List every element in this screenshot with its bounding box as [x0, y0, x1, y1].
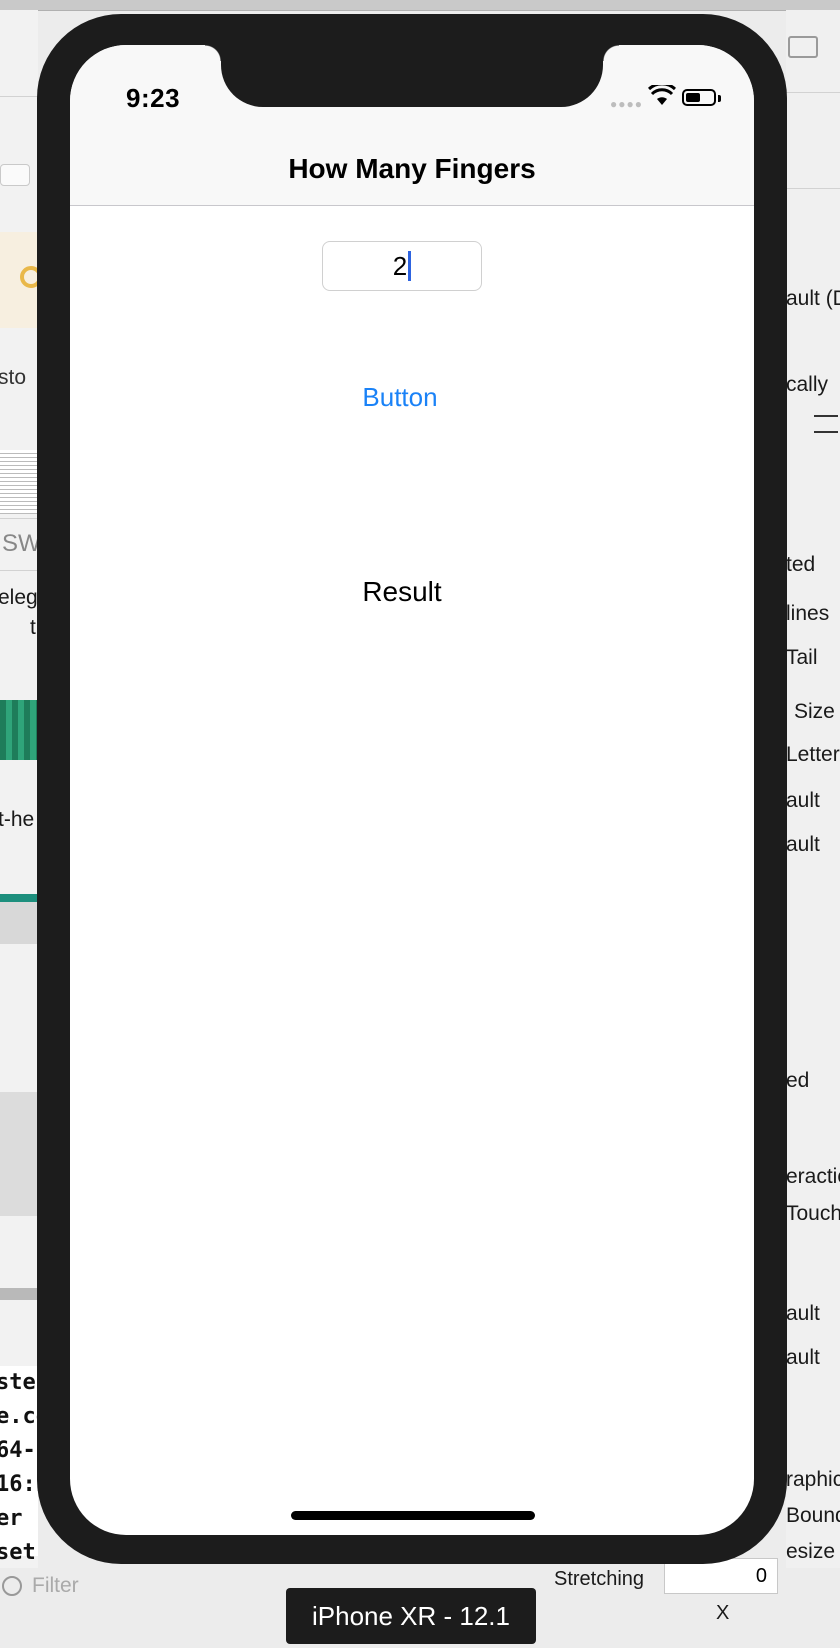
console-line: ster	[0, 1370, 38, 1395]
battery-level	[686, 93, 700, 102]
wifi-icon	[648, 85, 676, 105]
filter-icon[interactable]	[2, 1576, 22, 1596]
inspector-value[interactable]: ed	[786, 1069, 809, 1093]
result-label: Result	[362, 576, 442, 607]
inspector-value: cally	[786, 373, 829, 396]
device-notch	[205, 45, 619, 107]
inspector-value: ted	[786, 553, 816, 576]
inspector-value[interactable]: Touch	[786, 1202, 840, 1226]
xcode-segment-control[interactable]	[0, 164, 30, 186]
xcode-left-text: t	[30, 616, 36, 639]
inspector-value[interactable]: Tail	[786, 646, 818, 670]
xcode-storyboard-thumbnail	[0, 232, 38, 328]
inspector-value[interactable]: ault	[786, 833, 820, 857]
console-line: er set	[0, 1506, 36, 1565]
xcode-inspector-panel: ault (D cally ted lines Tail Size Letter…	[786, 10, 840, 1648]
xcode-left-text: SW	[2, 530, 38, 557]
inspector-value[interactable]: ault (D	[786, 287, 840, 311]
status-indicators: ●●●●	[610, 85, 730, 111]
phone-screen: How Many Fingers 9:23 ●●●● 2 Button Resu…	[70, 45, 754, 1535]
inspector-value[interactable]: Letter	[786, 743, 840, 767]
inspector-value[interactable]: Bounds	[786, 1504, 840, 1528]
home-indicator[interactable]	[291, 1511, 535, 1520]
text-cursor	[408, 251, 412, 281]
xcode-panel-block	[0, 1092, 38, 1216]
inspector-value[interactable]: esize Su	[786, 1540, 840, 1564]
xcode-title-bar	[0, 0, 840, 11]
inspector-value[interactable]: lines	[786, 602, 829, 626]
xcode-doc-thumbnail	[0, 450, 38, 514]
status-time: 9:23	[126, 83, 181, 113]
guess-button[interactable]: Button	[290, 375, 510, 419]
xcode-image-thumbnail	[0, 894, 38, 944]
inspector-value[interactable]: ault	[786, 789, 820, 813]
xcode-left-text: sto	[0, 366, 27, 389]
iphone-simulator: How Many Fingers 9:23 ●●●● 2 Button Resu…	[37, 14, 787, 1564]
inspector-value[interactable]: Size	[794, 700, 835, 724]
cellular-signal-icon: ●●●●	[610, 97, 643, 111]
console-line: e.co	[0, 1404, 38, 1429]
xcode-left-text: t-he	[0, 808, 35, 831]
inspector-value[interactable]: raphic	[786, 1468, 840, 1492]
align-icon[interactable]	[814, 415, 838, 433]
battery-icon	[682, 89, 716, 106]
console-line: 64-0	[0, 1438, 38, 1463]
console-line: 16:1	[0, 1472, 38, 1497]
inspector-value[interactable]: ault	[786, 1346, 820, 1370]
fingers-text-field[interactable]: 2	[322, 241, 482, 291]
x-label: X	[716, 1602, 730, 1624]
battery-cap	[718, 95, 721, 102]
xcode-left-text: eleg	[0, 586, 38, 609]
inspector-value[interactable]: eractio	[786, 1165, 840, 1189]
filter-input[interactable]: Filter	[32, 1574, 79, 1598]
xcode-scrollbar[interactable]	[0, 1288, 38, 1300]
xcode-console: ster e.co 64-0 16:1 er set	[0, 1366, 38, 1565]
xcode-image-thumbnail	[0, 700, 38, 760]
stretching-label: Stretching	[554, 1568, 645, 1590]
xcode-left-panel: sto SW eleg t t-he ster e.co 64-0 16:1 e…	[0, 10, 38, 1648]
page-title: How Many Fingers	[288, 153, 536, 184]
simulator-device-label: iPhone XR - 12.1	[286, 1588, 536, 1644]
inspector-value[interactable]: ault	[786, 1302, 820, 1326]
inspector-toggle-icon[interactable]	[788, 36, 818, 58]
text-field-value: 2	[392, 250, 408, 281]
